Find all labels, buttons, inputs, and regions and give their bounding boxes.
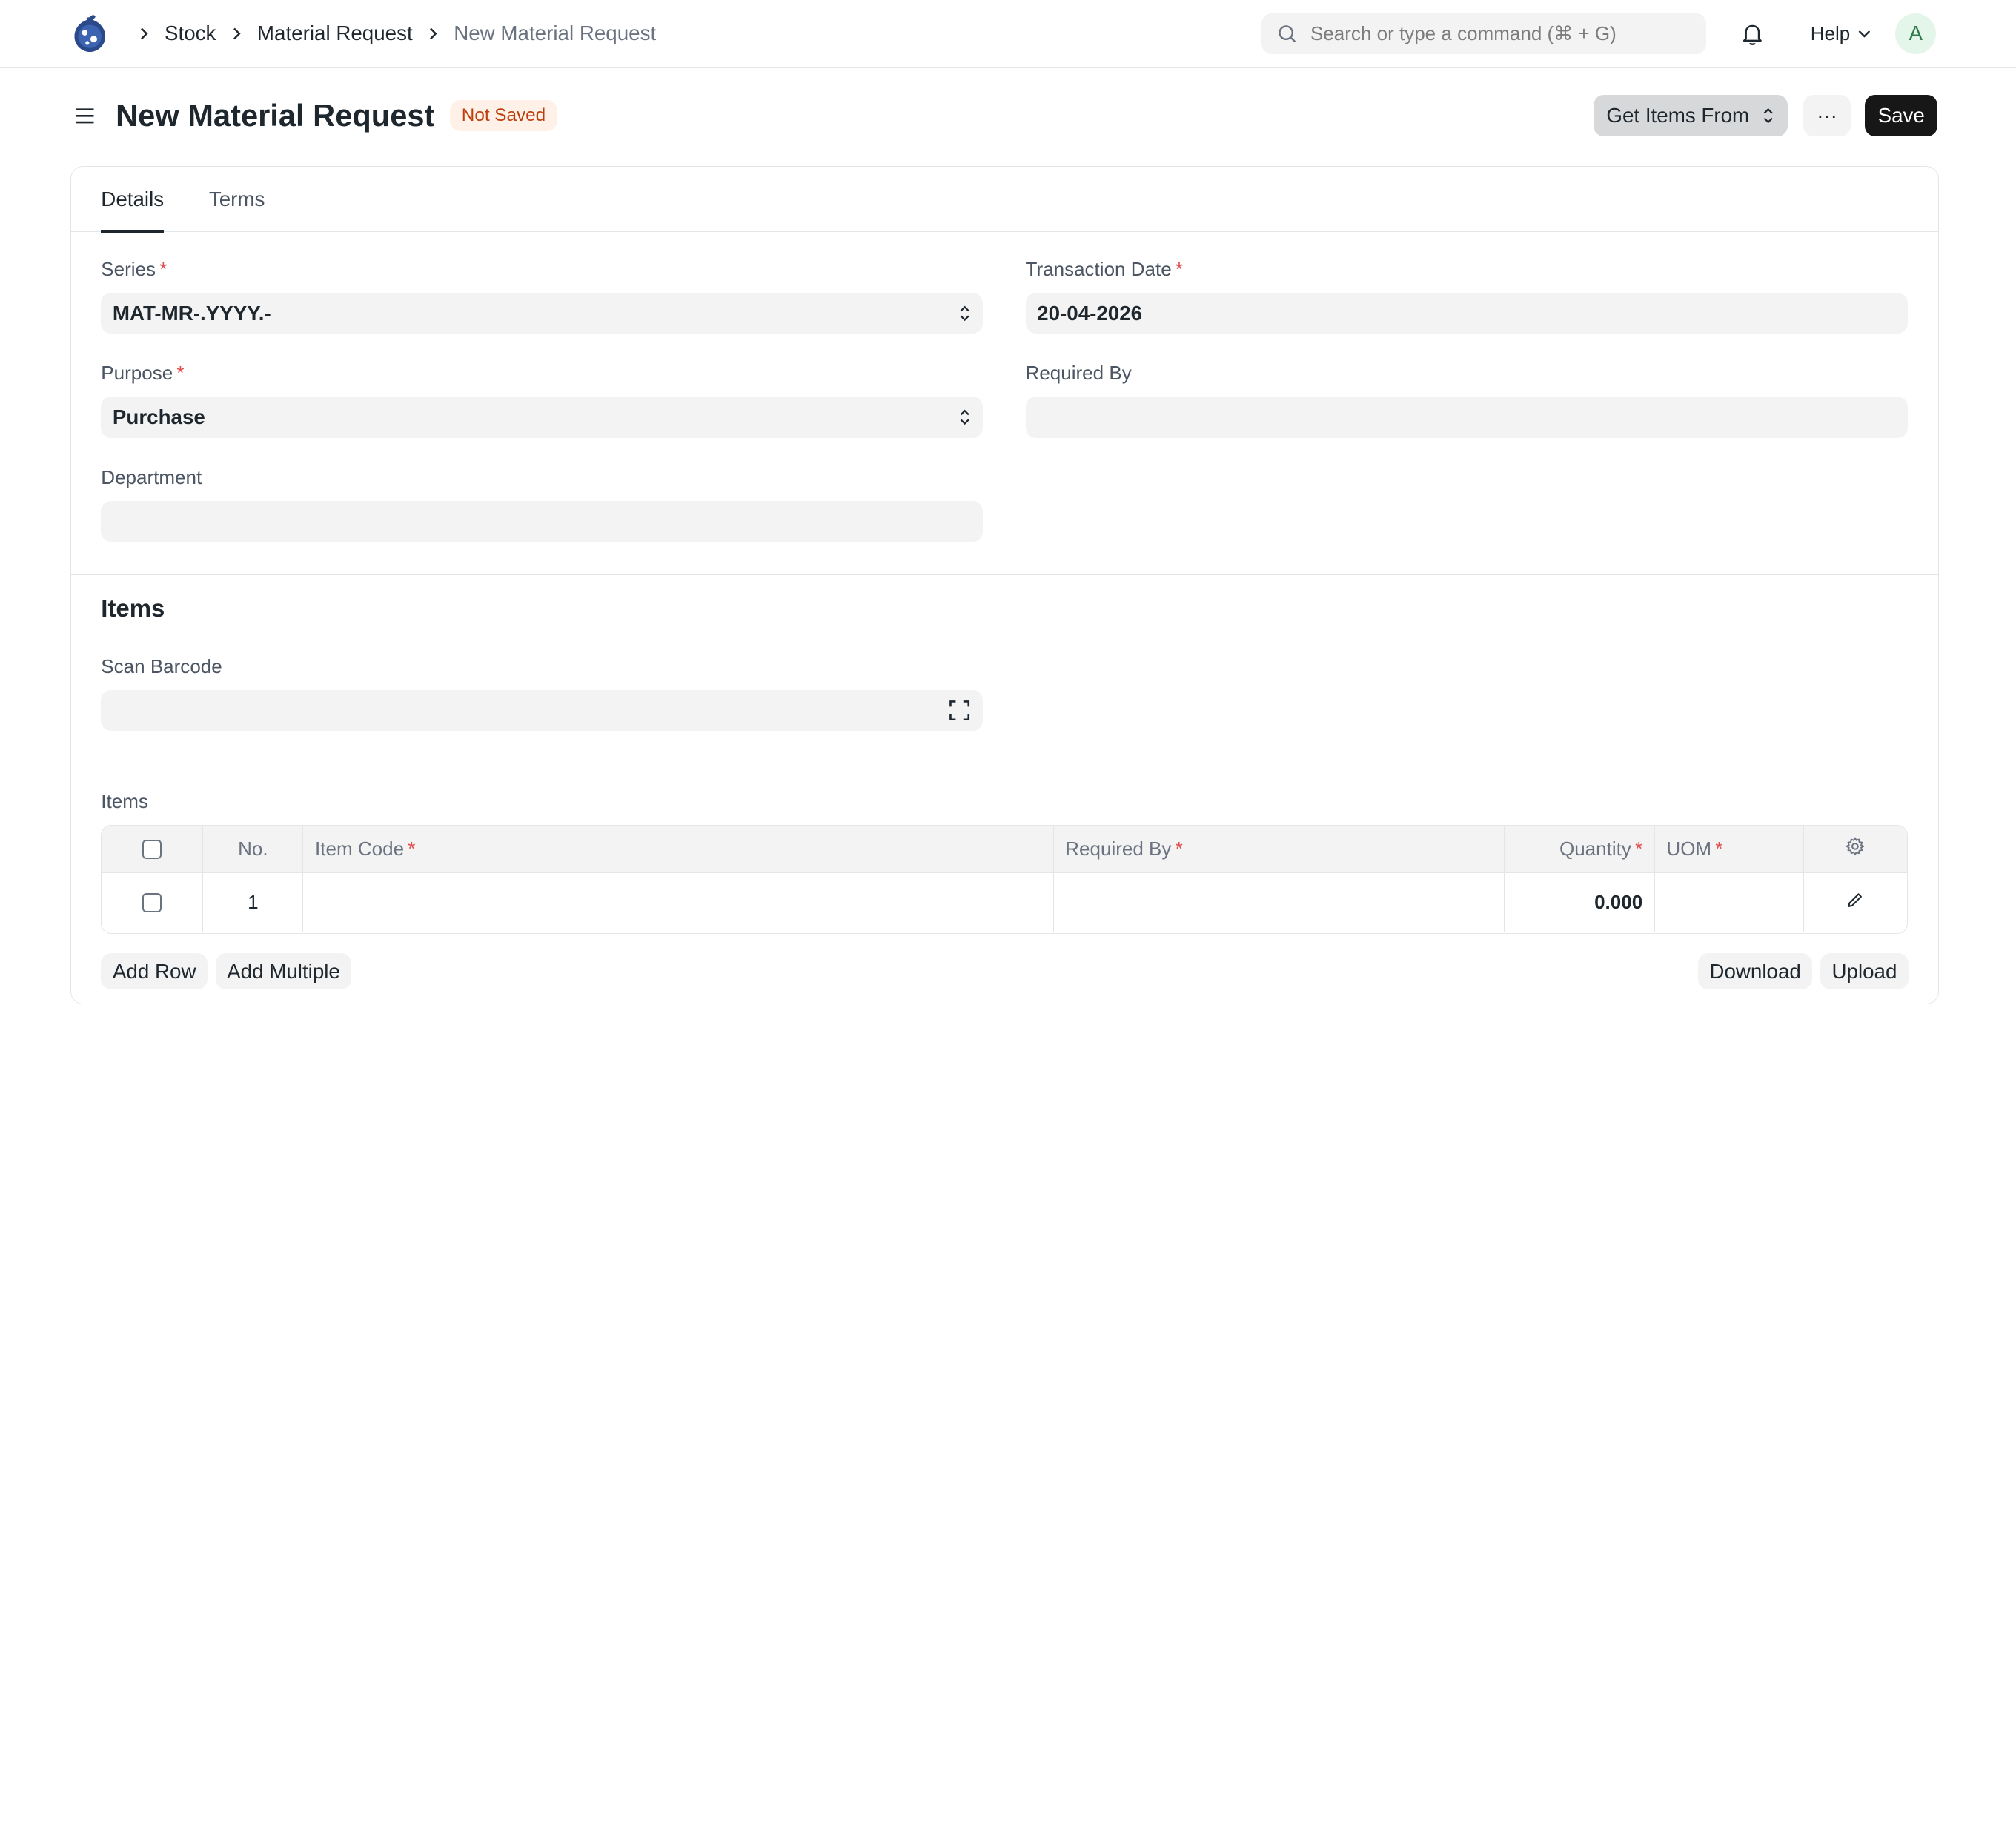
required-marker: * [159,257,168,280]
row-item-code-cell[interactable] [303,873,1054,932]
required-marker: * [1175,838,1183,860]
status-badge: Not Saved [450,100,557,132]
scan-barcode-field[interactable] [101,689,984,732]
department-field[interactable] [101,500,984,543]
required-marker: * [408,838,416,860]
app-logo-icon[interactable] [72,13,108,55]
select-arrows-icon [958,303,971,324]
select-arrows-icon [1762,107,1774,125]
scan-icon[interactable] [948,699,971,722]
tab-terms[interactable]: Terms [209,167,265,231]
column-header-required-by-text: Required By [1065,838,1172,860]
navbar: Stock Material Request New Material Requ… [0,0,2016,68]
search-placeholder: Search or type a command (⌘ + G) [1310,21,1617,44]
purpose-select[interactable]: Purchase [101,397,984,438]
add-multiple-button[interactable]: Add Multiple [215,953,352,989]
transaction-date-field[interactable]: 20-04-2026 [1025,292,1908,334]
form-tabs: Details Terms [71,167,1938,233]
column-settings-cell [1804,826,1907,872]
transaction-date-label-text: Transaction Date [1025,257,1172,280]
more-actions-button[interactable]: ··· [1803,95,1851,136]
column-header-uom: UOM * [1655,825,1804,873]
page-title: New Material Request [116,98,435,133]
transaction-date-value: 20-04-2026 [1037,301,1143,325]
required-marker: * [1715,838,1723,860]
chevron-right-icon [136,26,152,42]
search-input[interactable]: Search or type a command (⌘ + G) [1261,13,1707,55]
column-header-uom-text: UOM [1666,838,1712,860]
select-all-checkbox[interactable] [142,839,162,859]
row-edit-cell [1804,873,1907,932]
required-marker: * [1175,257,1184,280]
save-button[interactable]: Save [1865,95,1938,136]
breadcrumb-current: New Material Request [454,21,657,45]
series-select[interactable]: MAT-MR-.YYYY.- [101,292,984,334]
purpose-label: Purpose * [101,362,184,385]
column-header-quantity: Quantity * [1505,825,1655,873]
series-value: MAT-MR-.YYYY.- [112,301,271,325]
get-items-from-label: Get Items From [1606,104,1750,127]
add-row-button[interactable]: Add Row [101,953,208,989]
select-arrows-icon [958,407,971,428]
tab-details[interactable]: Details [101,167,164,233]
chevron-right-icon [229,26,245,42]
search-icon [1277,24,1298,44]
series-label: Series * [101,258,167,281]
department-label: Department [101,465,202,488]
page-head: New Material Request Not Saved Get Items… [0,68,2016,163]
required-marker: * [176,362,185,385]
column-header-quantity-text: Quantity [1559,838,1631,860]
help-label: Help [1810,21,1851,44]
scan-barcode-label: Scan Barcode [101,654,222,677]
avatar[interactable]: A [1894,13,1937,55]
get-items-from-button[interactable]: Get Items From [1594,95,1788,136]
row-quantity-cell[interactable]: 0.000 [1505,873,1655,932]
row-select-cell [102,873,204,932]
section-divider [71,574,1938,575]
chevron-down-icon [1857,26,1872,42]
table-actions: Add Row Add Multiple Download Upload [101,953,1909,989]
notification-bell-icon[interactable] [1740,21,1765,47]
items-table: No. Item Code * Required By * Quantity * UO… [101,824,1908,935]
series-label-text: Series [101,257,156,280]
row-no-cell: 1 [203,873,304,932]
items-section-title: Items [101,594,165,623]
column-header-no: No. [203,825,304,873]
table-header-row: No. Item Code * Required By * Quantity * UO… [102,825,1907,874]
select-all-cell [102,825,204,873]
transaction-date-label: Transaction Date * [1026,258,1183,281]
gear-icon[interactable] [1845,836,1866,862]
table-actions-right: Download Upload [1697,953,1909,989]
breadcrumb-stock[interactable]: Stock [165,21,216,45]
page: Stock Material Request New Material Requ… [0,0,2016,1062]
form-card: Details Terms Series * MAT-MR-.YYYY.- Tra… [70,165,1939,1004]
navbar-divider [1787,16,1789,52]
purpose-value: Purchase [112,405,205,429]
download-button[interactable]: Download [1697,953,1813,989]
row-uom-cell[interactable] [1655,873,1804,932]
column-header-item-code: Item Code * [303,825,1054,873]
upload-button[interactable]: Upload [1820,953,1909,989]
chevron-right-icon [425,26,441,42]
breadcrumb: Stock Material Request New Material Requ… [124,21,657,45]
row-required-by-cell[interactable] [1054,873,1505,932]
page-actions: Get Items From ··· Save [1594,95,1938,136]
required-by-field[interactable] [1025,397,1908,438]
purpose-label-text: Purpose [101,362,173,385]
breadcrumb-material-request[interactable]: Material Request [257,21,413,45]
required-by-label: Required By [1025,362,1132,385]
edit-pencil-icon[interactable] [1846,891,1864,914]
column-header-item-code-text: Item Code [315,838,405,860]
sidebar-toggle-icon[interactable] [72,103,98,129]
help-dropdown[interactable]: Help [1811,22,1872,45]
column-header-required-by: Required By * [1054,825,1505,873]
navbar-right: Search or type a command (⌘ + G) Help A [1261,13,1937,55]
row-checkbox[interactable] [142,892,162,912]
items-table-label: Items [101,790,148,813]
table-row[interactable]: 1 0.000 [102,873,1906,932]
ellipsis-icon: ··· [1817,104,1837,127]
required-marker: * [1635,838,1643,860]
